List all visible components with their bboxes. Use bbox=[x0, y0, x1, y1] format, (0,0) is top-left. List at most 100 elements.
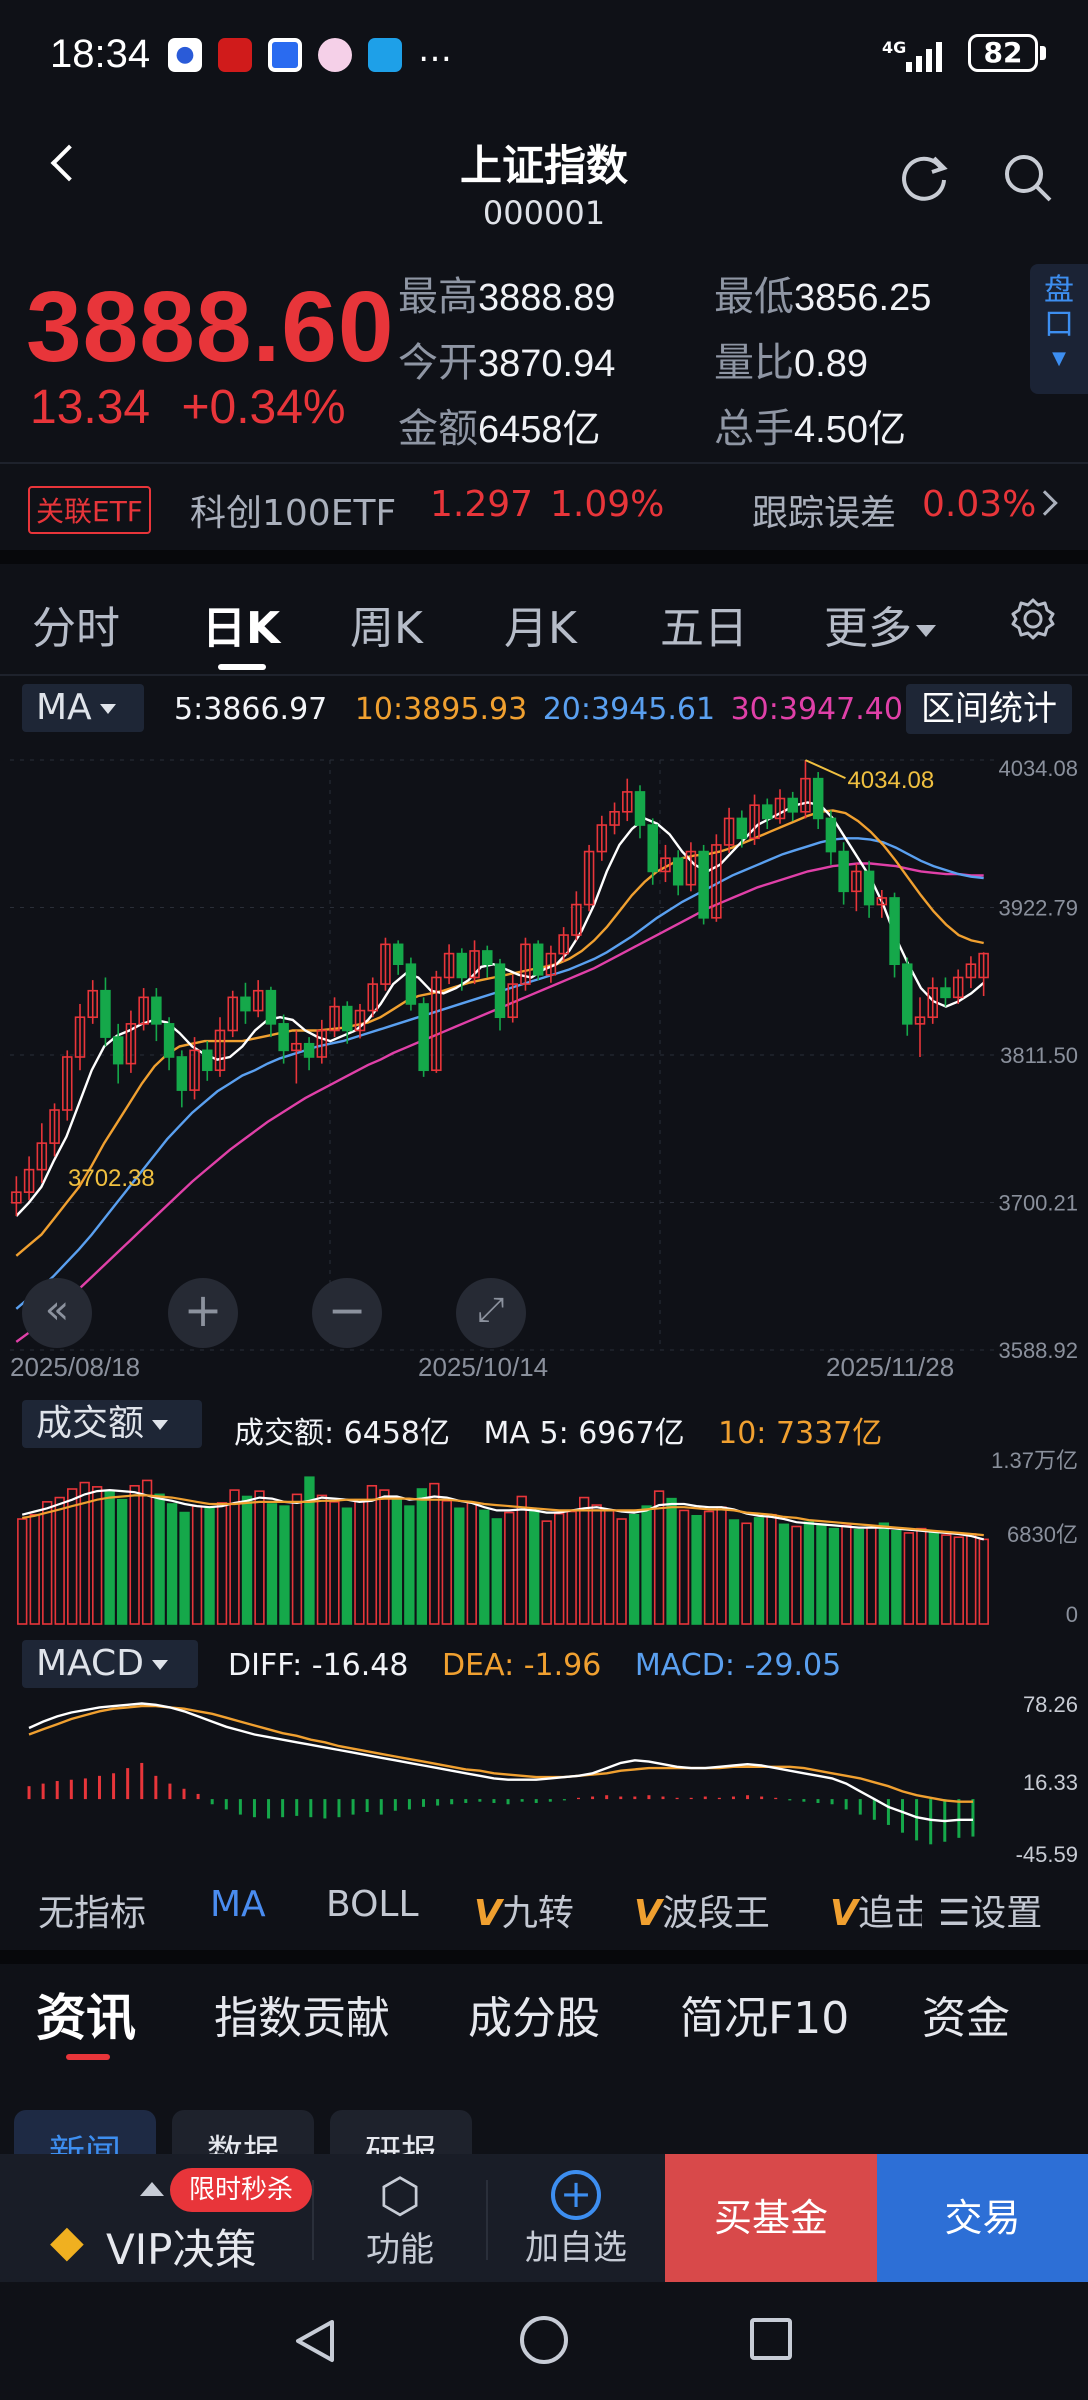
volume-bar bbox=[591, 1504, 602, 1625]
volume-bar bbox=[441, 1499, 452, 1625]
y-tick-label: 78.26 bbox=[1023, 1692, 1078, 1717]
fullscreen-button[interactable]: ⤢ bbox=[456, 1278, 526, 1348]
volume-bar bbox=[753, 1517, 765, 1625]
chevron-down-icon bbox=[99, 704, 116, 714]
buy-fund-button[interactable]: 买基金 bbox=[665, 2154, 877, 2282]
tab-more[interactable]: 更多 bbox=[824, 592, 936, 656]
volume-bar bbox=[603, 1509, 615, 1625]
tab-daily-k[interactable]: 日K bbox=[202, 592, 280, 656]
zoom-in-button[interactable]: + bbox=[168, 1278, 238, 1348]
candle-body bbox=[762, 804, 773, 820]
tab-constituents[interactable]: 成分股 bbox=[468, 1982, 600, 2046]
chevron-down-icon bbox=[916, 625, 936, 637]
volume-bar bbox=[291, 1493, 303, 1625]
volume-ma10-line bbox=[22, 1494, 984, 1537]
volume-chart[interactable]: 1.37万亿 6830亿 0 bbox=[0, 1446, 1088, 1632]
etf-percent: 1.09% bbox=[550, 484, 665, 525]
amount-label: 金额 bbox=[398, 406, 478, 452]
volume-bar bbox=[366, 1484, 378, 1625]
candlestick-chart[interactable]: 4034.08 3922.79 3811.50 3700.21 3588.92 4034.… bbox=[0, 740, 1088, 1380]
hands-label: 总手 bbox=[714, 406, 794, 452]
volume-bar bbox=[241, 1495, 253, 1625]
tab-weekly-k[interactable]: 周K bbox=[350, 592, 423, 656]
volume-bar bbox=[741, 1522, 752, 1625]
tab-funds[interactable]: 资金 bbox=[922, 1982, 1010, 2046]
indicator-none[interactable]: 无指标 bbox=[38, 1884, 146, 1936]
tab-f10[interactable]: 简况F10 bbox=[680, 1982, 849, 2046]
volume-selector[interactable]: 成交额 bbox=[22, 1400, 202, 1448]
pankou-arrow-icon: ▼ bbox=[1052, 348, 1066, 369]
chevron-down-icon bbox=[152, 1420, 169, 1430]
ma-selector[interactable]: MA bbox=[22, 684, 144, 732]
volume-bar bbox=[129, 1484, 140, 1625]
volume-bar bbox=[578, 1496, 590, 1625]
indicator-settings[interactable]: ☰设置 bbox=[934, 1884, 1043, 1936]
volume-bar bbox=[104, 1490, 115, 1625]
pankou-label: 盘口 bbox=[1044, 273, 1074, 342]
tab-active-indicator bbox=[218, 664, 266, 670]
candle-body bbox=[202, 1049, 213, 1072]
trade-button[interactable]: 交易 bbox=[877, 2154, 1088, 2282]
pankou-button[interactable]: 盘口 ▼ bbox=[1030, 264, 1088, 394]
scroll-left-button[interactable]: « bbox=[22, 1278, 92, 1348]
indicator-zhuiji[interactable]: V追击 bbox=[830, 1884, 922, 1936]
macd-selector[interactable]: MACD bbox=[22, 1640, 198, 1688]
volume-bar bbox=[678, 1509, 690, 1625]
recents-square-icon[interactable] bbox=[750, 2318, 792, 2360]
volume-bar bbox=[141, 1479, 153, 1625]
ma-values: 5:3866.97 10:3895.93 20:3945.61 30:3947.… bbox=[174, 692, 903, 727]
volume-bar bbox=[354, 1498, 365, 1625]
candle-body bbox=[494, 963, 506, 1019]
ma10-value: 10:3895.93 bbox=[354, 692, 528, 727]
indicator-ma[interactable]: MA bbox=[210, 1884, 266, 1925]
volume-bar bbox=[828, 1527, 840, 1625]
volume-bar bbox=[703, 1510, 715, 1625]
y-tick-label: 3588.92 bbox=[998, 1338, 1078, 1363]
volume-bar bbox=[329, 1501, 340, 1625]
candle-body bbox=[163, 1023, 175, 1058]
divider bbox=[0, 462, 1088, 464]
indicator-boduanwang-label: 波段王 bbox=[661, 1893, 770, 1934]
y-tick-label: 3811.50 bbox=[1000, 1043, 1078, 1068]
volume-bar bbox=[116, 1498, 128, 1625]
macd-chart[interactable]: 78.26 16.33 -45.59 bbox=[0, 1686, 1088, 1872]
volume-bar bbox=[791, 1525, 802, 1625]
indicator-boduanwang[interactable]: V波段王 bbox=[634, 1884, 770, 1936]
ratio-value: 0.89 bbox=[794, 343, 868, 385]
tab-timeshare[interactable]: 分时 bbox=[32, 592, 120, 656]
volume-bar bbox=[628, 1513, 640, 1625]
y-tick-label: 3922.79 bbox=[998, 896, 1078, 921]
etf-name[interactable]: 科创100ETF bbox=[190, 484, 396, 536]
volume-bar bbox=[254, 1490, 265, 1625]
candle-body bbox=[482, 950, 493, 966]
volume-bar bbox=[941, 1534, 952, 1625]
refresh-icon[interactable] bbox=[898, 150, 952, 204]
add-watchlist-button[interactable]: + 加自选 bbox=[506, 2170, 646, 2270]
ma30-line bbox=[15, 862, 984, 1343]
search-icon[interactable] bbox=[1000, 150, 1054, 204]
change-percent: +0.34% bbox=[181, 381, 346, 434]
tab-monthly-k[interactable]: 月K bbox=[504, 592, 577, 656]
indicator-jiuzhuan[interactable]: V九转 bbox=[474, 1884, 574, 1936]
candle-body bbox=[151, 996, 162, 1025]
etf-price: 1.297 bbox=[430, 484, 534, 525]
indicator-settings-label: 设置 bbox=[970, 1893, 1043, 1934]
volume-bar bbox=[891, 1529, 902, 1625]
tab-five-day[interactable]: 五日 bbox=[660, 592, 748, 656]
home-circle-icon[interactable] bbox=[520, 2316, 568, 2364]
range-stats-button[interactable]: 区间统计 bbox=[906, 684, 1072, 734]
zoom-out-button[interactable]: − bbox=[312, 1278, 382, 1348]
volume-bar bbox=[279, 1505, 290, 1625]
y-tick-label: -45.59 bbox=[1016, 1842, 1078, 1867]
candle-body bbox=[940, 987, 951, 999]
settings-gear-icon[interactable] bbox=[1010, 596, 1056, 642]
tab-index-contribution[interactable]: 指数贡献 bbox=[214, 1982, 390, 2046]
function-button[interactable]: ⬡ 功能 bbox=[330, 2170, 470, 2270]
tab-news-info[interactable]: 资讯 bbox=[36, 1978, 136, 2050]
back-triangle-icon[interactable] bbox=[290, 2316, 340, 2366]
hands-stat: 总手4.50亿 bbox=[714, 396, 906, 454]
indicator-boll[interactable]: BOLL bbox=[326, 1884, 419, 1925]
volume-bar bbox=[978, 1538, 989, 1625]
volume-bar bbox=[404, 1505, 415, 1625]
volume-bar bbox=[429, 1482, 440, 1625]
